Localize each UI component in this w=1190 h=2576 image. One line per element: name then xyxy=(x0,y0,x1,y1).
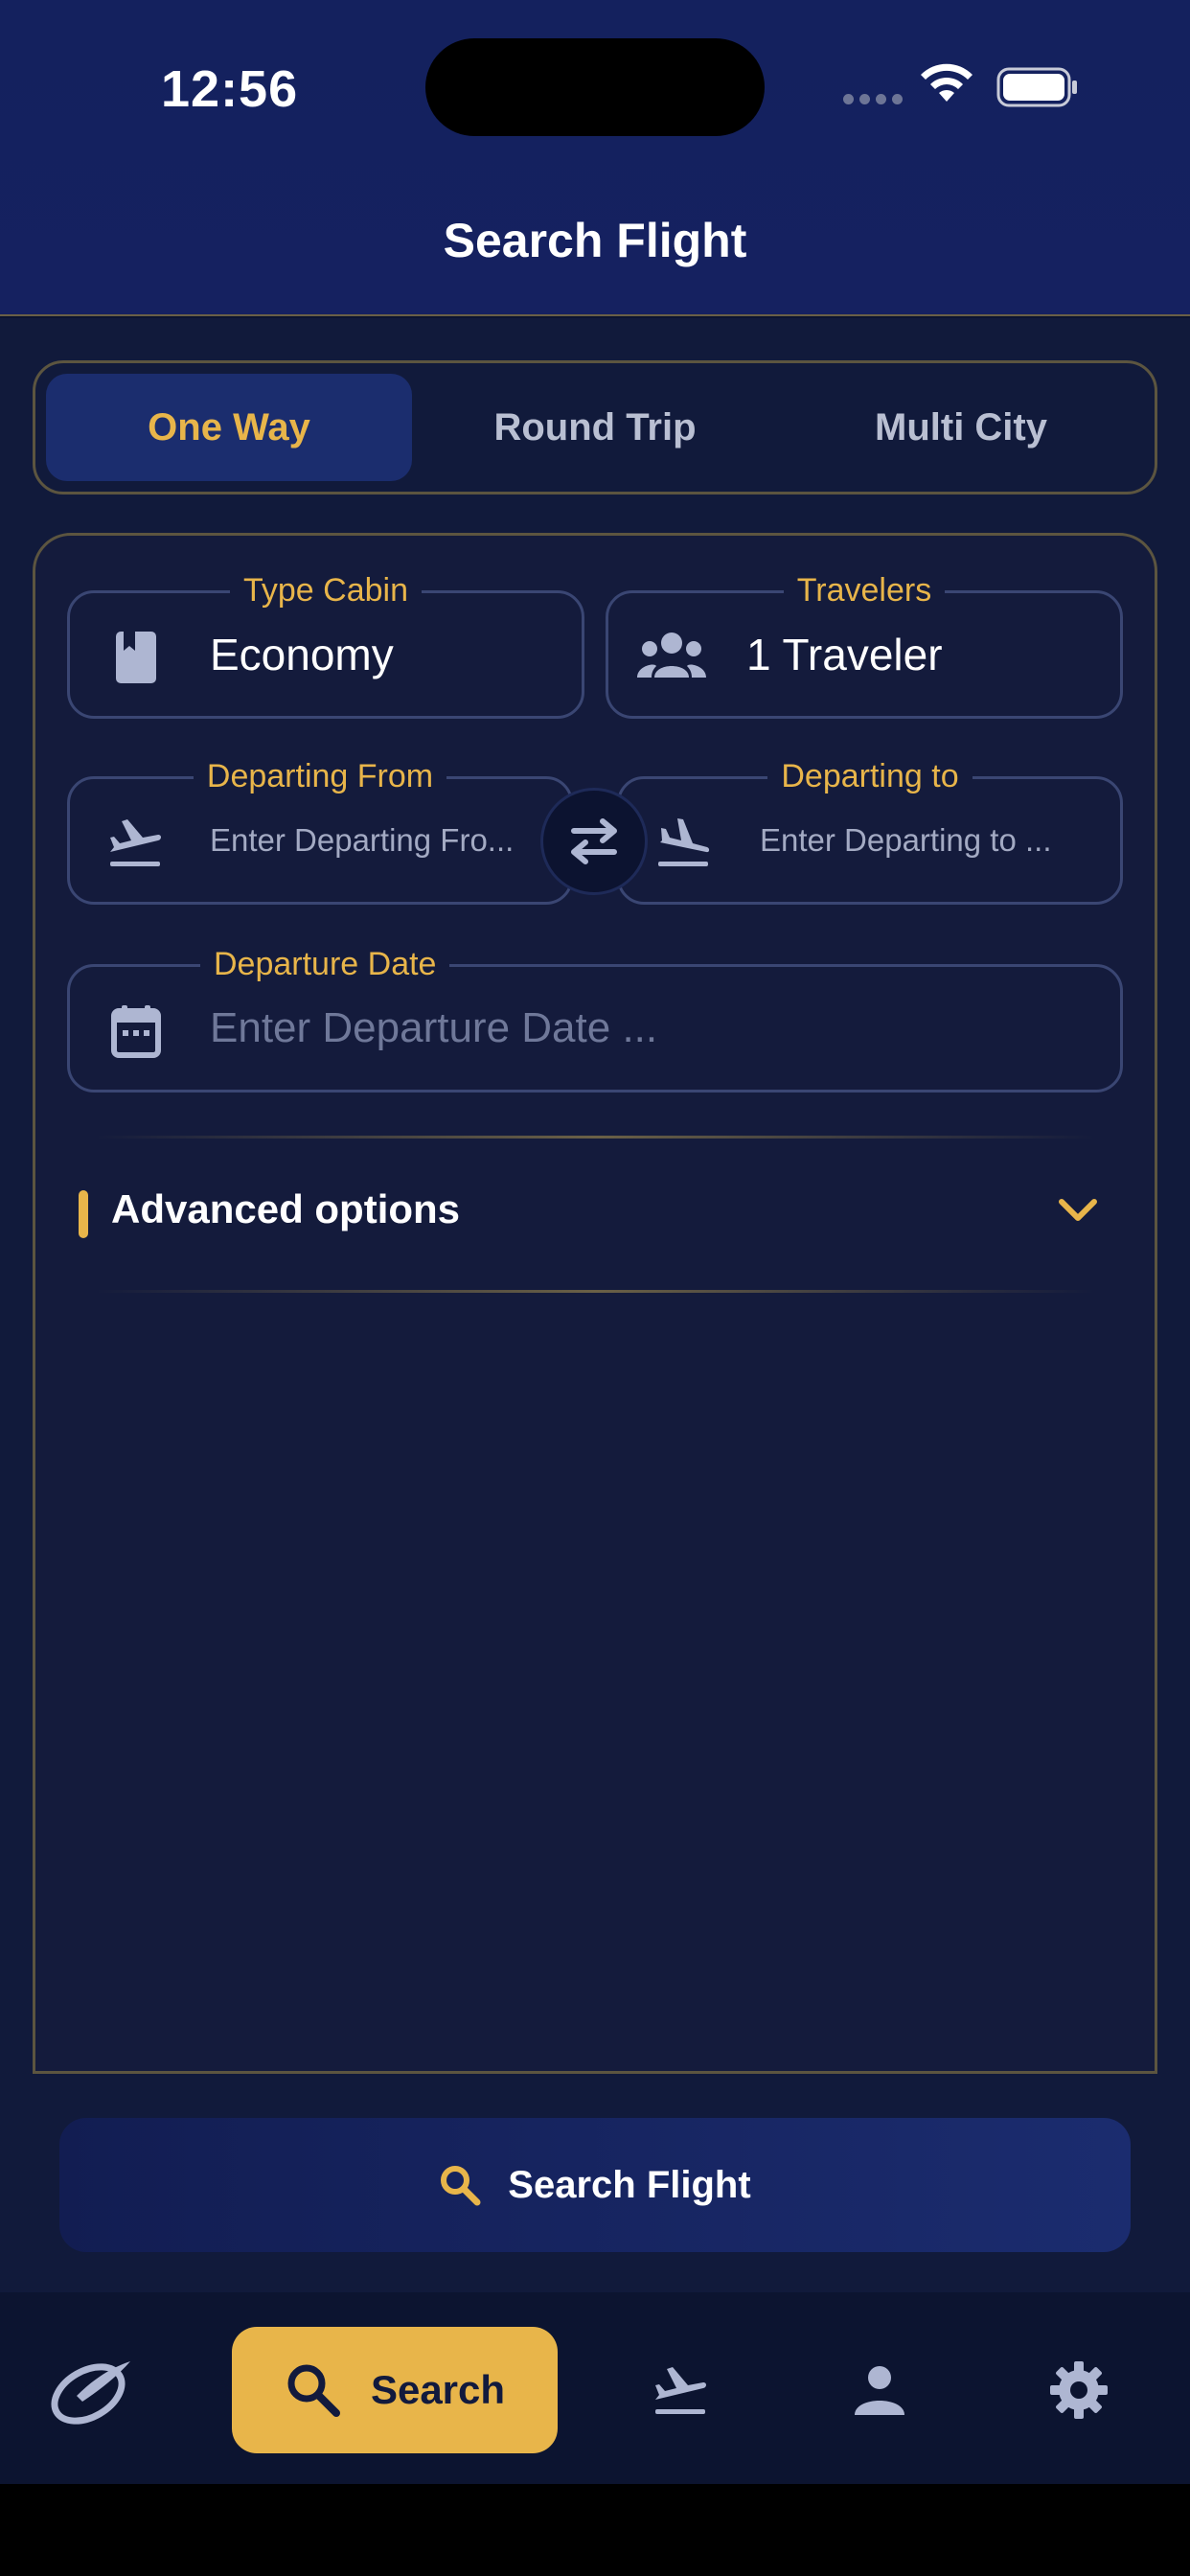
landing-icon xyxy=(658,818,710,866)
travelers-field[interactable]: Travelers 1 Traveler xyxy=(606,572,1123,719)
departing-from-field[interactable]: Departing From Enter Departing Fro... xyxy=(67,758,573,905)
departing-to-field[interactable]: Departing to Enter Departing to ... xyxy=(617,758,1123,905)
bottom-nav: Search xyxy=(0,2292,1190,2484)
nav-profile[interactable] xyxy=(832,2327,927,2453)
nav-search-label: Search xyxy=(370,2367,506,2412)
signal-icon xyxy=(843,92,908,109)
gear-icon xyxy=(1050,2361,1108,2419)
takeoff-icon xyxy=(110,819,161,866)
search-icon xyxy=(441,2166,481,2206)
person-icon xyxy=(855,2366,904,2415)
cabin-field[interactable]: Type Cabin Economy xyxy=(67,572,584,719)
advanced-top-divider xyxy=(96,1136,1094,1138)
nav-search[interactable]: Search xyxy=(232,2327,558,2453)
app-header: 12:56 Search Flight xyxy=(0,0,1190,316)
tab-one-way[interactable]: One Way xyxy=(46,374,412,481)
search-flight-button[interactable]: Search Flight xyxy=(59,2118,1131,2252)
tab-round-trip[interactable]: Round Trip xyxy=(412,374,778,481)
wifi-icon xyxy=(921,63,973,102)
group-icon xyxy=(637,632,706,678)
swap-locations-button[interactable] xyxy=(540,788,648,895)
advanced-accent-bar xyxy=(79,1190,88,1238)
departing-to-input[interactable]: Enter Departing to ... xyxy=(760,779,1086,902)
nav-flights[interactable] xyxy=(632,2327,728,2453)
cabin-value: Economy xyxy=(210,630,394,679)
swap-arrows-icon xyxy=(571,818,617,864)
search-form-card xyxy=(33,533,1157,2074)
departure-date-field[interactable]: Departure Date Enter Departure Date ... xyxy=(67,946,1123,1092)
chevron-down-icon[interactable] xyxy=(1056,1196,1100,1225)
departing-from-input[interactable]: Enter Departing Fro... xyxy=(210,779,536,902)
page-title: Search Flight xyxy=(443,214,747,267)
takeoff-icon xyxy=(655,2367,706,2414)
search-flight-label: Search Flight xyxy=(508,2163,751,2206)
departure-date-input[interactable]: Enter Departure Date ... xyxy=(210,967,1072,1090)
cabin-book-icon xyxy=(116,632,156,683)
nav-settings[interactable] xyxy=(1031,2327,1127,2453)
trip-type-tabs: One Way Round Trip Multi City xyxy=(33,360,1157,494)
nav-logo[interactable] xyxy=(38,2327,144,2453)
search-icon xyxy=(287,2364,340,2417)
dynamic-island xyxy=(425,38,765,136)
logo-icon xyxy=(51,2361,130,2425)
travelers-value: 1 Traveler xyxy=(746,630,943,679)
status-time: 12:56 xyxy=(161,60,299,118)
calendar-icon xyxy=(111,1005,161,1058)
advanced-options-toggle[interactable]: Advanced options xyxy=(111,1186,460,1232)
home-indicator-area xyxy=(0,2484,1190,2576)
battery-icon xyxy=(996,67,1077,107)
tab-multi-city[interactable]: Multi City xyxy=(778,374,1144,481)
advanced-bottom-divider xyxy=(96,1290,1094,1293)
